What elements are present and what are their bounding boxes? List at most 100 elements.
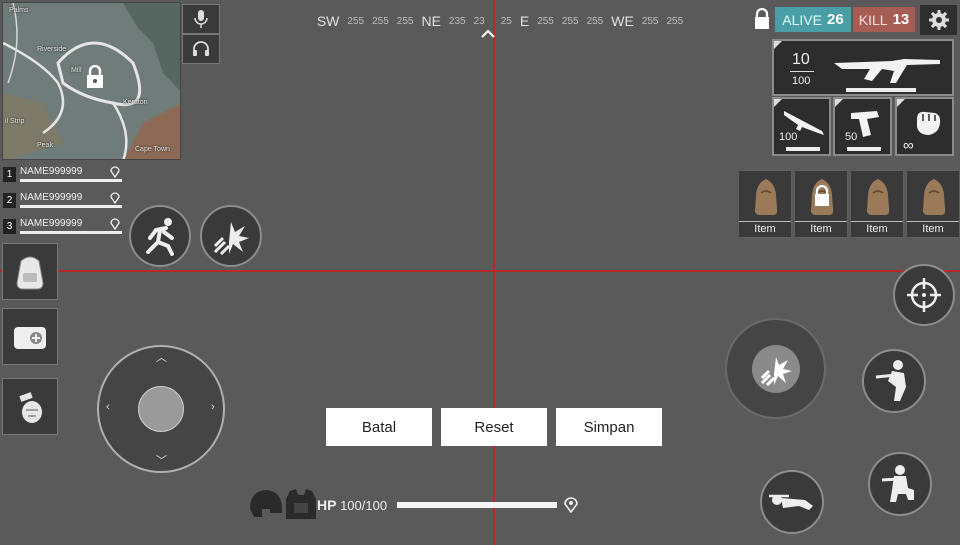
compass-label: 255 <box>537 15 554 27</box>
minimap[interactable]: Palms Riverside Mill Keraton il Strip Pe… <box>2 2 181 160</box>
compass-pointer-icon <box>481 30 495 38</box>
lock-icon[interactable] <box>753 8 771 30</box>
compass-label: 255 <box>561 15 579 27</box>
helmet-icon <box>250 490 282 517</box>
crouch-button[interactable] <box>868 452 932 516</box>
hp-label: HP <box>317 497 337 513</box>
player-health-bar <box>20 231 122 234</box>
bullet-burst-icon <box>760 356 792 386</box>
hp-value: 100/100 <box>340 498 388 513</box>
slot-corner-marker <box>774 41 782 49</box>
weapon-durability-bar <box>846 88 916 92</box>
vertical-guide-line <box>493 0 495 545</box>
soldier-crouch-icon <box>881 465 914 502</box>
compass-label: WE <box>611 13 634 29</box>
peek-button[interactable] <box>862 349 926 413</box>
lock-icon <box>87 65 103 88</box>
chevron-right-icon: › <box>211 401 215 413</box>
weapon-durability-bar <box>786 147 820 151</box>
map-label: Cape Town <box>135 146 170 153</box>
pistol-slot[interactable]: 50 <box>833 97 892 156</box>
location-pin-icon <box>110 218 120 230</box>
kill-counter: KILL 13 <box>853 7 915 32</box>
alive-label: ALIVE <box>782 11 822 28</box>
prone-button[interactable] <box>760 470 824 534</box>
reset-button[interactable]: Reset <box>441 408 547 446</box>
item-label: Item <box>795 221 847 235</box>
item-slot[interactable]: Item <box>738 170 792 238</box>
settings-button[interactable] <box>920 5 957 35</box>
ammo-divider <box>790 71 814 72</box>
secondary-weapon-slot[interactable]: 100 <box>772 97 831 156</box>
backpack-icon <box>867 179 890 215</box>
chevron-left-icon: ‹ <box>106 401 110 413</box>
soldier-lean-icon <box>875 360 906 401</box>
primary-weapon-slot[interactable]: 10 100 <box>772 39 954 96</box>
compass-label: 235 <box>448 15 466 27</box>
grenade-button[interactable] <box>2 378 58 435</box>
headset-button[interactable] <box>182 34 220 64</box>
pistol-ammo: 50 <box>845 131 858 143</box>
sprint-icon <box>146 218 174 256</box>
player-name: NAME999999 <box>20 166 83 177</box>
sprint-button[interactable] <box>129 205 191 267</box>
alive-count: 26 <box>827 11 844 28</box>
fire-button[interactable] <box>725 318 826 419</box>
item-slot[interactable]: Item <box>850 170 904 238</box>
compass-label: NE <box>421 13 441 29</box>
primary-reserve: 100 <box>792 75 811 87</box>
item-label: Item <box>739 221 791 235</box>
location-pin-icon <box>564 497 578 513</box>
cancel-button[interactable]: Batal <box>326 408 432 446</box>
slot-corner-marker <box>835 99 843 107</box>
compass-label: 25 <box>500 15 512 27</box>
slot-corner-marker <box>897 99 905 107</box>
map-label: Peak <box>37 142 53 149</box>
grenade-icon <box>19 391 42 423</box>
item-label: Item <box>907 221 959 235</box>
primary-ammo: 10 <box>792 51 810 68</box>
compass-label: 255 <box>347 15 365 27</box>
secondary-ammo: 100 <box>779 131 798 143</box>
map-label: Keraton <box>123 99 148 106</box>
melee-slot[interactable]: ∞ <box>895 97 954 156</box>
compass-label: 255 <box>586 15 604 27</box>
player-health-bar <box>20 179 122 182</box>
medkit-button[interactable] <box>2 308 58 365</box>
gear-icon <box>928 10 949 30</box>
map-label: Riverside <box>37 46 67 53</box>
compass-label: 255 <box>396 15 414 27</box>
backpack-icon <box>923 179 946 215</box>
player-number: 1 <box>3 167 16 182</box>
location-pin-icon <box>110 192 120 204</box>
horizontal-guide-line <box>0 270 960 272</box>
compass-label: 255 <box>372 15 389 27</box>
vest-icon <box>286 489 316 519</box>
fire-button-inner <box>751 344 800 393</box>
compass-label: 23 <box>473 15 485 27</box>
fire-mode-button[interactable] <box>200 205 262 267</box>
microphone-button[interactable] <box>182 4 220 34</box>
weapon-durability-bar <box>847 147 881 151</box>
soldier-prone-icon <box>769 494 813 510</box>
player-name: NAME999999 <box>20 218 83 229</box>
item-slot[interactable]: Item <box>794 170 848 238</box>
medkit-icon <box>14 326 46 349</box>
crosshair-icon <box>907 278 941 312</box>
alive-counter: ALIVE 26 <box>775 7 851 32</box>
joystick-knob[interactable] <box>138 386 184 432</box>
item-slot[interactable]: Item <box>906 170 960 238</box>
fist-icon <box>917 111 941 135</box>
chevron-down-icon: ﹀ <box>156 455 167 467</box>
compass-label: E <box>519 13 530 29</box>
location-pin-icon <box>110 166 120 178</box>
save-button[interactable]: Simpan <box>556 408 662 446</box>
slot-corner-marker <box>774 99 782 107</box>
aim-scope-button[interactable] <box>893 264 955 326</box>
map-label: Palms <box>9 7 29 14</box>
bullet-burst-icon <box>213 222 249 256</box>
map-label: il Strip <box>5 118 25 125</box>
compass-label: SW <box>316 13 340 29</box>
backpack-button[interactable] <box>2 243 58 300</box>
player-name: NAME999999 <box>20 192 83 203</box>
